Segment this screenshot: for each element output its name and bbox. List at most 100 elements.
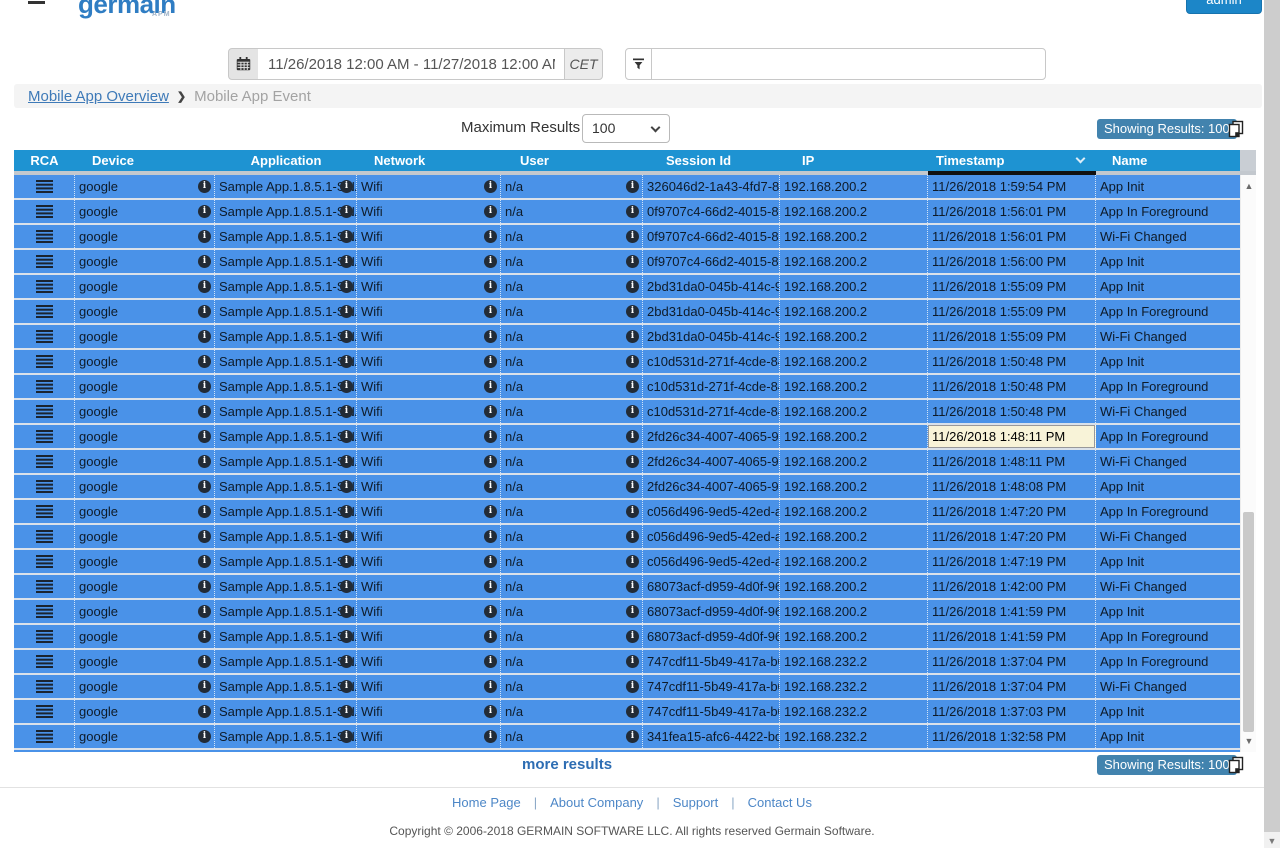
- info-icon[interactable]: i: [626, 730, 639, 743]
- rca-icon[interactable]: [36, 680, 53, 693]
- breadcrumb-link-mobile-app-overview[interactable]: Mobile App Overview: [28, 88, 169, 105]
- info-icon[interactable]: i: [484, 455, 497, 468]
- info-icon[interactable]: i: [626, 280, 639, 293]
- info-icon[interactable]: i: [484, 605, 497, 618]
- scroll-down-arrow-icon[interactable]: ▼: [1244, 736, 1254, 746]
- info-icon[interactable]: i: [340, 405, 353, 418]
- page-scroll-down-arrow-icon[interactable]: ▼: [1264, 834, 1280, 848]
- info-icon[interactable]: i: [340, 180, 353, 193]
- rca-icon[interactable]: [36, 655, 53, 668]
- table-row[interactable]: googlei Sample App.1.8.5.1-SNAi Wifii n/…: [14, 375, 1240, 400]
- info-icon[interactable]: i: [340, 355, 353, 368]
- info-icon[interactable]: i: [198, 405, 211, 418]
- page-scrollbar-thumb[interactable]: [1264, 0, 1280, 832]
- info-icon[interactable]: i: [340, 430, 353, 443]
- table-row[interactable]: googlei Sample App.1.8.5.1-SNAi Wifii n/…: [14, 475, 1240, 500]
- info-icon[interactable]: i: [626, 680, 639, 693]
- info-icon[interactable]: i: [484, 355, 497, 368]
- table-row[interactable]: googlei Sample App.1.8.5.1-SNAi Wifii n/…: [14, 325, 1240, 350]
- info-icon[interactable]: i: [626, 705, 639, 718]
- table-row[interactable]: googlei Sample App.1.8.5.1-SNAi Wifii n/…: [14, 250, 1240, 275]
- info-icon[interactable]: i: [626, 480, 639, 493]
- info-icon[interactable]: i: [340, 605, 353, 618]
- info-icon[interactable]: i: [340, 280, 353, 293]
- info-icon[interactable]: i: [626, 330, 639, 343]
- info-icon[interactable]: i: [626, 305, 639, 318]
- rca-icon[interactable]: [36, 530, 53, 543]
- table-row[interactable]: googlei Sample App.1.8.5.1-SNAi Wifii n/…: [14, 275, 1240, 300]
- column-header-session-id[interactable]: Session Id: [643, 150, 780, 171]
- info-icon[interactable]: i: [198, 530, 211, 543]
- info-icon[interactable]: i: [340, 455, 353, 468]
- info-icon[interactable]: i: [626, 430, 639, 443]
- info-icon[interactable]: i: [626, 455, 639, 468]
- info-icon[interactable]: i: [484, 180, 497, 193]
- column-header-user[interactable]: User: [501, 150, 643, 171]
- rca-icon[interactable]: [36, 705, 53, 718]
- rca-icon[interactable]: [36, 330, 53, 343]
- rca-icon[interactable]: [36, 405, 53, 418]
- export-copy-icon-bottom[interactable]: [1228, 756, 1244, 774]
- info-icon[interactable]: i: [198, 455, 211, 468]
- info-icon[interactable]: i: [198, 230, 211, 243]
- info-icon[interactable]: i: [484, 630, 497, 643]
- info-icon[interactable]: i: [484, 205, 497, 218]
- footer-link-about-company[interactable]: About Company: [550, 795, 643, 810]
- info-icon[interactable]: i: [484, 305, 497, 318]
- rca-icon[interactable]: [36, 230, 53, 243]
- info-icon[interactable]: i: [340, 230, 353, 243]
- info-icon[interactable]: i: [484, 530, 497, 543]
- info-icon[interactable]: i: [340, 330, 353, 343]
- calendar-button[interactable]: [228, 48, 259, 80]
- table-row[interactable]: googlei Sample App.1.8.5.1-SNAi Wifii n/…: [14, 400, 1240, 425]
- admin-button[interactable]: admin: [1186, 0, 1262, 14]
- rca-icon[interactable]: [36, 380, 53, 393]
- info-icon[interactable]: i: [198, 580, 211, 593]
- info-icon[interactable]: i: [198, 555, 211, 568]
- rca-icon[interactable]: [36, 455, 53, 468]
- info-icon[interactable]: i: [626, 655, 639, 668]
- info-icon[interactable]: i: [198, 255, 211, 268]
- rca-icon[interactable]: [36, 605, 53, 618]
- info-icon[interactable]: i: [484, 730, 497, 743]
- rca-icon[interactable]: [36, 480, 53, 493]
- rca-icon[interactable]: [36, 180, 53, 193]
- info-icon[interactable]: i: [198, 680, 211, 693]
- table-row[interactable]: googlei Sample App.1.8.5.1-SNAi Wifii n/…: [14, 425, 1240, 450]
- column-header-name[interactable]: Name: [1096, 150, 1240, 171]
- table-row[interactable]: googlei Sample App.1.8.5.1-SNAi Wifii n/…: [14, 650, 1240, 675]
- info-icon[interactable]: i: [198, 605, 211, 618]
- info-icon[interactable]: i: [198, 280, 211, 293]
- info-icon[interactable]: i: [626, 605, 639, 618]
- info-icon[interactable]: i: [626, 380, 639, 393]
- column-header-application[interactable]: Application: [215, 150, 357, 171]
- rca-icon[interactable]: [36, 430, 53, 443]
- info-icon[interactable]: i: [198, 705, 211, 718]
- info-icon[interactable]: i: [626, 205, 639, 218]
- rca-icon[interactable]: [36, 630, 53, 643]
- info-icon[interactable]: i: [484, 430, 497, 443]
- page-scrollbar[interactable]: ▼: [1264, 0, 1280, 848]
- info-icon[interactable]: i: [198, 380, 211, 393]
- info-icon[interactable]: i: [484, 405, 497, 418]
- more-results-link[interactable]: more results: [522, 756, 612, 773]
- table-row[interactable]: googlei Sample App.1.8.5.1-SNAi Wifii n/…: [14, 225, 1240, 250]
- info-icon[interactable]: i: [198, 330, 211, 343]
- info-icon[interactable]: i: [626, 255, 639, 268]
- info-icon[interactable]: i: [484, 555, 497, 568]
- info-icon[interactable]: i: [484, 230, 497, 243]
- rca-icon[interactable]: [36, 555, 53, 568]
- info-icon[interactable]: i: [340, 555, 353, 568]
- info-icon[interactable]: i: [198, 655, 211, 668]
- column-header-rca[interactable]: RCA: [14, 150, 75, 171]
- rca-icon[interactable]: [36, 255, 53, 268]
- info-icon[interactable]: i: [626, 180, 639, 193]
- table-row[interactable]: googlei Sample App.1.8.5.1-SNAi Wifii n/…: [14, 625, 1240, 650]
- info-icon[interactable]: i: [484, 380, 497, 393]
- info-icon[interactable]: i: [484, 680, 497, 693]
- info-icon[interactable]: i: [626, 230, 639, 243]
- table-row[interactable]: googlei Sample App.1.8.5.1-SNAi Wifii n/…: [14, 200, 1240, 225]
- column-header-timestamp[interactable]: Timestamp: [928, 150, 1096, 171]
- info-icon[interactable]: i: [484, 280, 497, 293]
- table-row[interactable]: googlei Sample App.1.8.5.1-SNAi Wifii n/…: [14, 575, 1240, 600]
